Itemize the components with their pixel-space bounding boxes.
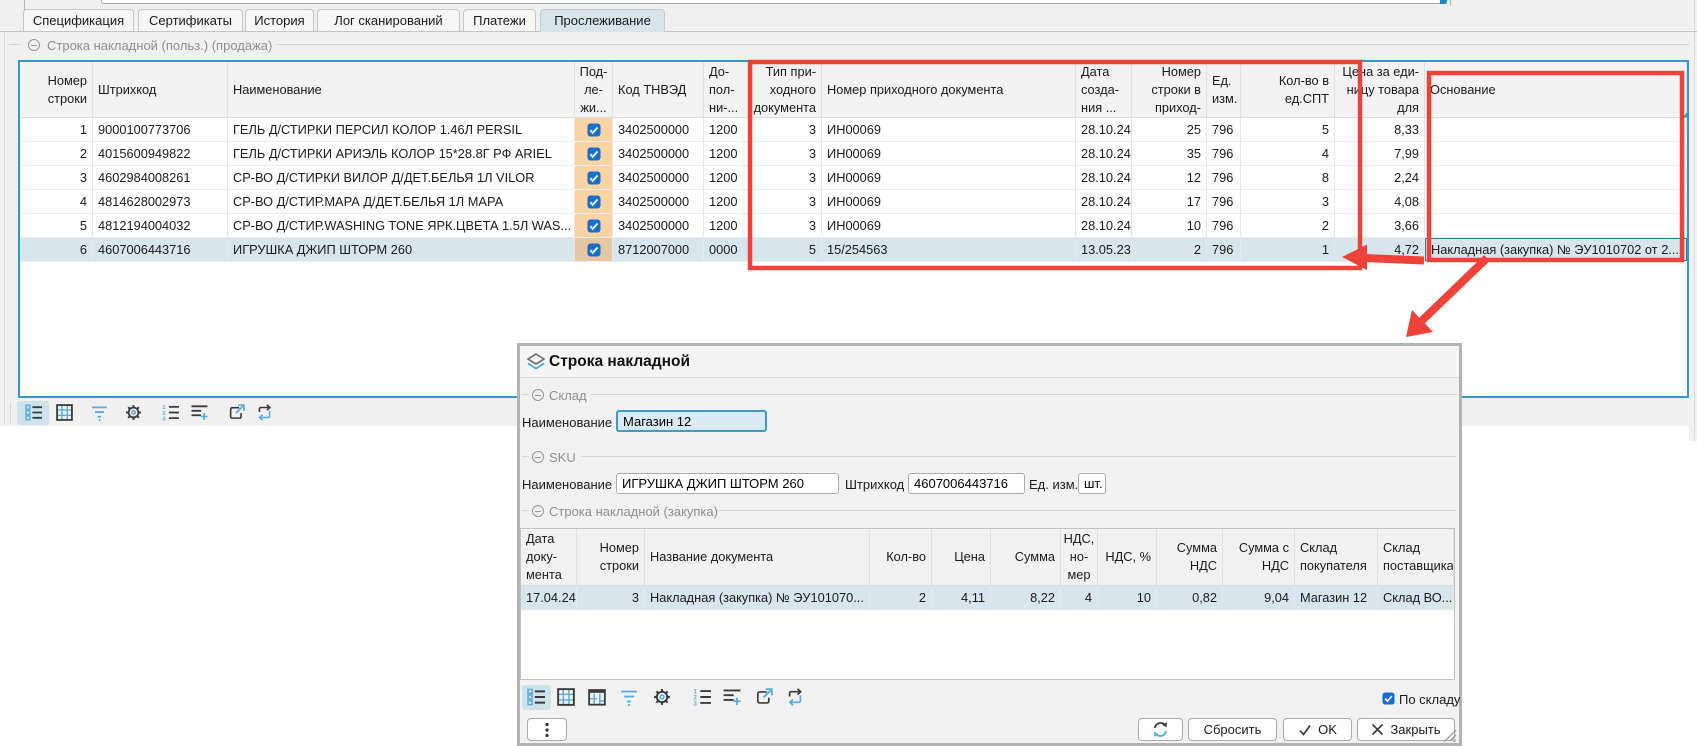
svg-text:1: 1 <box>693 689 697 695</box>
svg-text:2: 2 <box>693 695 697 701</box>
svg-text:3: 3 <box>162 417 165 421</box>
svg-text:3: 3 <box>693 702 697 706</box>
